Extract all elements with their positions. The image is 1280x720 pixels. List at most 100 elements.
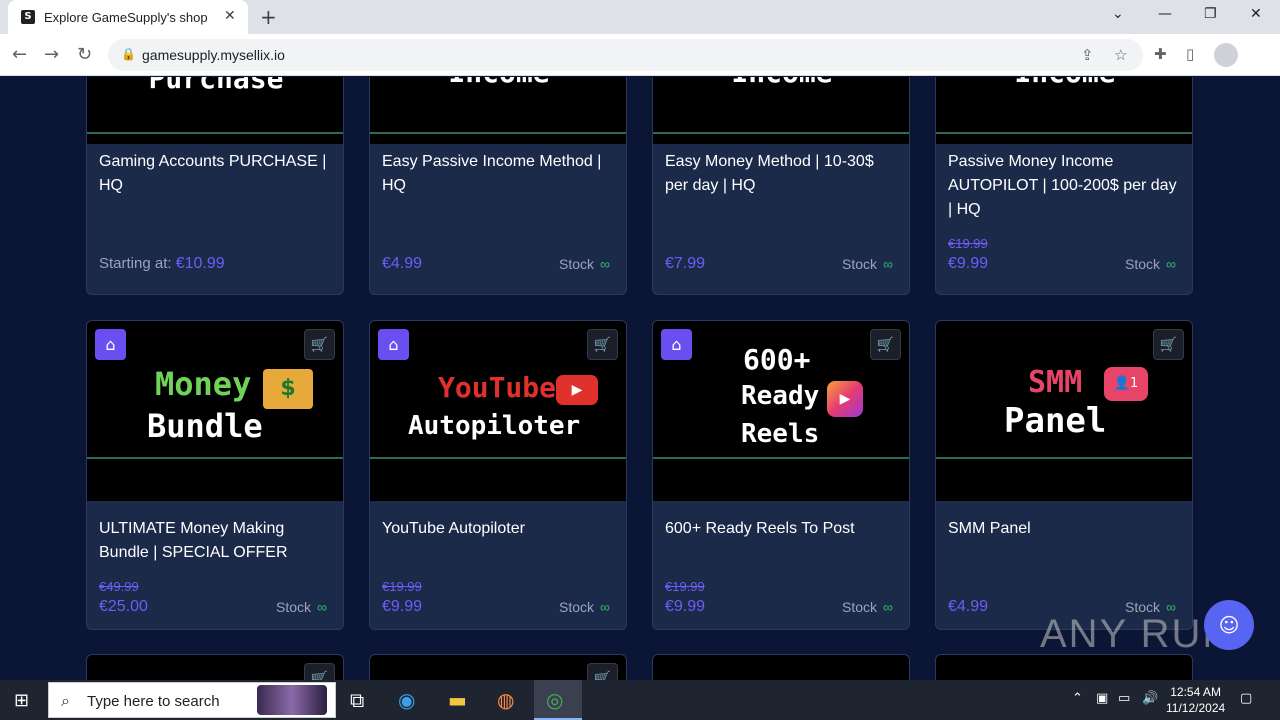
cart-icon[interactable]: 🛒 [304,329,335,360]
product-card[interactable] [652,654,910,680]
forward-icon[interactable]: → [44,44,59,65]
profile-avatar-icon[interactable] [1214,43,1238,67]
product-thumbnail: Purchase [87,77,343,144]
tab-close-icon[interactable]: ✕ [224,8,236,24]
product-name[interactable]: Passive Money Income AUTOPILOT | 100-200… [948,150,1182,222]
tag-icon[interactable]: ⌂ [95,329,126,360]
product-name[interactable]: SMM Panel [948,517,1182,541]
product-name[interactable]: ULTIMATE Money Making Bundle | SPECIAL O… [99,517,333,565]
product-thumbnail: Income [936,77,1192,144]
product-card[interactable]: Income Easy Money Method | 10-30$ per da… [652,77,910,295]
system-clock[interactable]: 12:54 AM 11/12/2024 [1166,684,1225,716]
clock-date: 11/12/2024 [1166,701,1226,715]
browser-tabbar: S Explore GameSupply's shop ✕ + ⌄ — ❐ ✕ [0,0,1280,34]
product-price: €7.99 [665,255,706,272]
search-placeholder[interactable]: Type here to search [87,693,220,710]
stock-label: Stock [1125,256,1161,272]
tab-search-icon[interactable]: ⌄ [1112,6,1124,22]
thumbnail-text: 600+ [743,343,811,376]
product-card[interactable]: 🛒 [86,654,344,680]
tag-icon[interactable]: ⌂ [661,329,692,360]
discord-icon[interactable]: ☺ [1204,600,1254,650]
restore-icon[interactable]: ❐ [1204,6,1217,22]
product-name[interactable]: 600+ Ready Reels To Post [665,517,899,541]
cart-icon[interactable]: 🛒 [587,663,618,680]
product-name[interactable]: YouTube Autopiloter [382,517,616,541]
product-price: €25.00 [99,598,148,615]
minimize-icon[interactable]: — [1158,6,1172,22]
product-price: €9.99 [382,598,423,615]
thumbnail-text: Ready [741,381,820,411]
thumbnail-divider [936,457,1192,459]
product-name[interactable]: Easy Money Method | 10-30$ per day | HQ [665,150,899,198]
reload-icon[interactable]: ↻ [77,44,92,65]
lock-icon[interactable]: 🔒 [121,47,136,61]
product-name[interactable]: Gaming Accounts PURCHASE | HQ [99,150,333,198]
thumbnail-text: YouTube [438,371,557,404]
stock-status: Stock ∞ [559,256,610,272]
cart-icon[interactable]: 🛒 [587,329,618,360]
chrome-icon[interactable]: ◎ [546,688,563,712]
side-panel-icon[interactable]: ▯ [1186,45,1194,63]
browser-tab[interactable]: S Explore GameSupply's shop ✕ [8,0,248,34]
volume-icon[interactable]: 🔊 [1142,691,1158,706]
thumbnail-divider [653,457,909,459]
product-card[interactable]: Income Easy Passive Income Method | HQ €… [369,77,627,295]
task-view-icon[interactable]: ⧉ [350,688,364,712]
new-tab-icon[interactable]: + [260,5,277,29]
edge-icon[interactable]: ◉ [398,688,415,712]
starting-price: Starting at: €10.99 [99,255,225,273]
infinity-icon: ∞ [600,599,610,615]
product-card[interactable]: YouTube ▶ Autopiloter ⌂ 🛒 YouTube Autopi… [369,320,627,630]
product-card[interactable]: Purchase Gaming Accounts PURCHASE | HQ S… [86,77,344,295]
product-card[interactable]: 🛒 [369,654,627,680]
network-icon[interactable]: ▭ [1118,691,1130,706]
address-bar[interactable]: 🔒 gamesupply.mysellix.io ⇪ ☆ [108,39,1143,71]
thumbnail-text: SMM [1028,365,1083,400]
stock-status: Stock ∞ [559,599,610,615]
thumbnail-divider [370,457,626,459]
stock-status: Stock ∞ [842,599,893,615]
thumbnail-text: Panel [1004,401,1107,441]
original-price: €19.99 [948,236,988,251]
thumbnail-text: Bundle [147,407,263,445]
product-price: €9.99 [948,255,989,272]
product-card[interactable]: 600+ Ready ▶ Reels ⌂ 🛒 600+ Ready Reels … [652,320,910,630]
cart-icon[interactable]: 🛒 [1153,329,1184,360]
product-name[interactable]: Easy Passive Income Method | HQ [382,150,616,198]
product-thumbnail: Income [370,77,626,144]
reels-icon: ▶ [827,381,863,417]
thumbnail-text: Purchase [148,77,284,95]
share-icon[interactable]: ⇪ [1081,46,1094,64]
windows-start-icon[interactable]: ⊞ [14,690,29,711]
money-folder-icon: $ [263,369,313,409]
cart-icon[interactable]: 🛒 [870,329,901,360]
notifications-icon[interactable]: ▢ [1240,691,1252,706]
stock-label: Stock [559,599,595,615]
firefox-icon[interactable]: ◍ [497,688,514,712]
file-explorer-icon[interactable]: ▬ [448,688,467,712]
tray-device-icon[interactable]: ▣ [1096,691,1108,706]
bookmark-star-icon[interactable]: ☆ [1114,46,1127,64]
product-card[interactable]: Income Passive Money Income AUTOPILOT | … [935,77,1193,295]
window-close-icon[interactable]: ✕ [1250,6,1262,22]
tray-chevron-icon[interactable]: ⌃ [1072,691,1083,706]
back-icon[interactable]: ← [12,44,27,65]
url-text[interactable]: gamesupply.mysellix.io [142,47,285,63]
stock-status: Stock ∞ [1125,256,1176,272]
product-card[interactable]: SMM 👤1 Panel 🛒 SMM Panel €4.99 Stock ∞ [935,320,1193,630]
infinity-icon: ∞ [883,599,893,615]
product-price: €4.99 [382,255,423,272]
extensions-icon[interactable]: ✚ [1154,45,1167,63]
followers-badge-icon: 👤1 [1104,367,1148,401]
infinity-icon: ∞ [600,256,610,272]
cart-icon[interactable]: 🛒 [304,663,335,680]
stock-label: Stock [559,256,595,272]
thumbnail-divider [370,132,626,134]
tag-icon[interactable]: ⌂ [378,329,409,360]
product-card[interactable] [935,654,1193,680]
product-card[interactable]: Money $ Bundle ⌂ 🛒 ULTIMATE Money Making… [86,320,344,630]
product-price: €10.99 [175,255,225,272]
taskbar-search[interactable]: ⌕ Type here to search [48,682,336,718]
original-price: €49.99 [99,579,139,594]
